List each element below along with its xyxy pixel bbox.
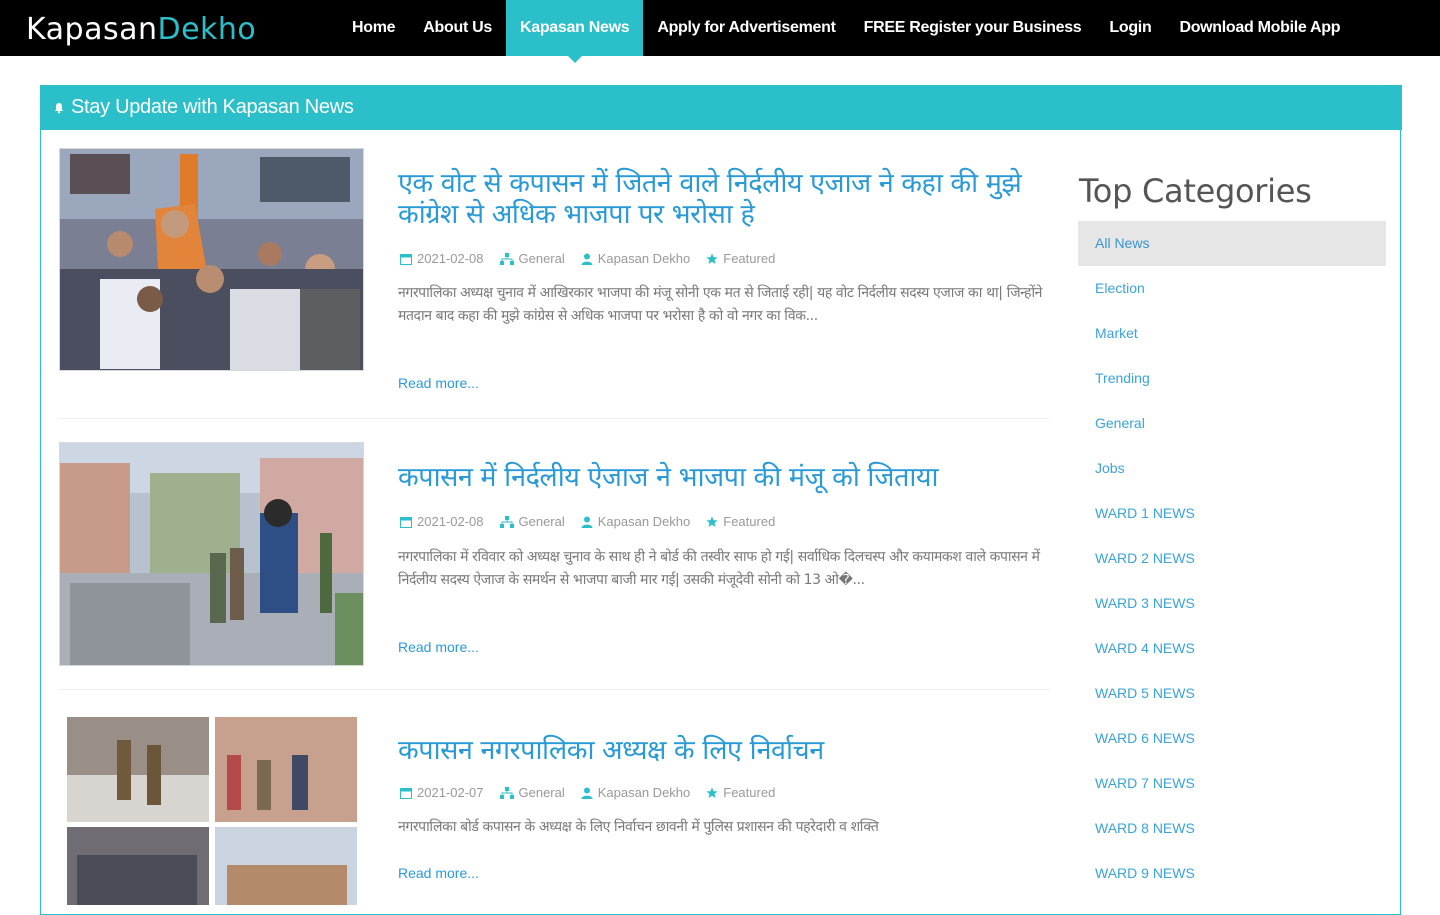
meta-tag: Featured (706, 251, 775, 266)
meta-tag: Featured (706, 514, 775, 529)
category-ward-1[interactable]: WARD 1 NEWS (1078, 491, 1386, 536)
nav-register-business[interactable]: FREE Register your Business (850, 0, 1096, 56)
meta-date-text: 2021-02-08 (417, 251, 484, 266)
sidebar-title: Top Categories (1079, 172, 1312, 210)
meta-tag-text[interactable]: Featured (723, 785, 775, 800)
main-nav: Home About Us Kapasan News Apply for Adv… (338, 0, 1354, 63)
meta-tag-text[interactable]: Featured (723, 514, 775, 529)
category-market[interactable]: Market (1078, 311, 1386, 356)
article-item: कपासन में निर्दलीय ऐजाज ने भाजपा की मंजू… (59, 442, 1049, 690)
meta-author: Kapasan Dekho (581, 785, 691, 800)
nav-download-app[interactable]: Download Mobile App (1165, 0, 1354, 56)
category-ward-2[interactable]: WARD 2 NEWS (1078, 536, 1386, 581)
banner-text: Stay Update with Kapasan News (71, 96, 354, 118)
collage-photo (67, 715, 357, 905)
article-excerpt: नगरपालिका बोर्ड कपासन के अध्यक्ष के लिए … (398, 819, 879, 835)
article-title[interactable]: कपासन नगरपालिका अध्यक्ष के लिए निर्वाचन (398, 735, 1058, 766)
article-thumbnail[interactable] (67, 715, 357, 905)
meta-date-text: 2021-02-07 (417, 785, 484, 800)
sitemap-icon (499, 786, 514, 799)
nav-about-us[interactable]: About Us (409, 0, 506, 56)
article-title[interactable]: कपासन में निर्दलीय ऐजाज ने भाजपा की मंजू… (398, 462, 1058, 493)
nav-kapasan-news[interactable]: Kapasan News (505, 0, 644, 63)
category-ward-3[interactable]: WARD 3 NEWS (1078, 581, 1386, 626)
category-ward-9[interactable]: WARD 9 NEWS (1078, 851, 1386, 896)
article-item: एक वोट से कपासन में जितने वाले निर्दलीय … (59, 148, 1049, 419)
meta-date: 2021-02-08 (400, 251, 484, 266)
category-all-news[interactable]: All News (1078, 221, 1386, 266)
news-container: Stay Update with Kapasan News एक वोट से … (40, 85, 1402, 915)
article-excerpt: नगरपालिका में रविवार को अध्यक्ष चुनाव के… (398, 549, 1040, 588)
article-divider (59, 689, 1049, 690)
category-ward-7[interactable]: WARD 7 NEWS (1078, 761, 1386, 806)
user-icon (581, 253, 593, 265)
sitemap-icon (499, 252, 514, 265)
nav-home[interactable]: Home (338, 0, 409, 56)
meta-date-text: 2021-02-08 (417, 514, 484, 529)
read-more-link[interactable]: Read more... (398, 375, 479, 391)
nav-apply-advertisement[interactable]: Apply for Advertisement (643, 0, 849, 56)
category-ward-4[interactable]: WARD 4 NEWS (1078, 626, 1386, 671)
meta-author: Kapasan Dekho (581, 514, 691, 529)
read-more-link[interactable]: Read more... (398, 865, 479, 881)
sitemap-icon (499, 515, 514, 528)
star-icon (706, 516, 718, 527)
meta-date: 2021-02-07 (400, 785, 484, 800)
category-jobs[interactable]: Jobs (1078, 446, 1386, 491)
meta-category-text[interactable]: General (519, 785, 565, 800)
top-categories-sidebar: Top Categories All News Election Market … (1078, 171, 1386, 896)
top-navbar: KapasanDekho Home About Us Kapasan News … (0, 0, 1440, 63)
category-election[interactable]: Election (1078, 266, 1386, 311)
article-meta: 2021-02-07 General Kapasan Dekho Feature… (400, 785, 775, 800)
article-item: कपासन नगरपालिका अध्यक्ष के लिए निर्वाचन … (59, 715, 1049, 905)
meta-author-text: Kapasan Dekho (597, 785, 691, 800)
meta-author: Kapasan Dekho (581, 251, 691, 266)
article-divider (59, 418, 1049, 419)
meta-tag-text[interactable]: Featured (723, 251, 775, 266)
site-logo[interactable]: KapasanDekho (26, 12, 256, 47)
meta-category-text[interactable]: General (519, 251, 565, 266)
meta-date: 2021-02-08 (400, 514, 484, 529)
article-meta: 2021-02-08 General Kapasan Dekho Feature… (400, 251, 775, 266)
meta-category-text[interactable]: General (519, 514, 565, 529)
article-thumbnail[interactable] (59, 148, 364, 371)
article-excerpt: नगरपालिका अध्यक्ष चुनाव में आखिरकार भाजप… (398, 285, 1043, 324)
logo-text-kapasan: Kapasan (26, 12, 158, 47)
article-meta: 2021-02-08 General Kapasan Dekho Feature… (400, 514, 775, 529)
calendar-icon (400, 516, 412, 528)
logo-text-dekho: Dekho (157, 12, 257, 47)
nav-login[interactable]: Login (1095, 0, 1165, 56)
meta-author-text: Kapasan Dekho (597, 251, 691, 266)
user-icon (581, 516, 593, 528)
meta-category: General (499, 514, 565, 529)
category-trending[interactable]: Trending (1078, 356, 1386, 401)
article-thumbnail[interactable] (59, 442, 364, 666)
bell-icon (54, 103, 64, 114)
calendar-icon (400, 253, 412, 265)
category-general[interactable]: General (1078, 401, 1386, 446)
meta-tag: Featured (706, 785, 775, 800)
star-icon (706, 787, 718, 798)
category-ward-8[interactable]: WARD 8 NEWS (1078, 806, 1386, 851)
read-more-link[interactable]: Read more... (398, 639, 479, 655)
street-photo (60, 443, 363, 665)
star-icon (706, 253, 718, 264)
meta-category: General (499, 785, 565, 800)
meta-author-text: Kapasan Dekho (597, 514, 691, 529)
calendar-icon (400, 787, 412, 799)
user-icon (581, 787, 593, 799)
meta-category: General (499, 251, 565, 266)
category-ward-5[interactable]: WARD 5 NEWS (1078, 671, 1386, 716)
category-ward-6[interactable]: WARD 6 NEWS (1078, 716, 1386, 761)
crowd-photo (60, 149, 363, 370)
news-banner: Stay Update with Kapasan News (41, 85, 1402, 130)
article-title[interactable]: एक वोट से कपासन में जितने वाले निर्दलीय … (398, 168, 1058, 230)
